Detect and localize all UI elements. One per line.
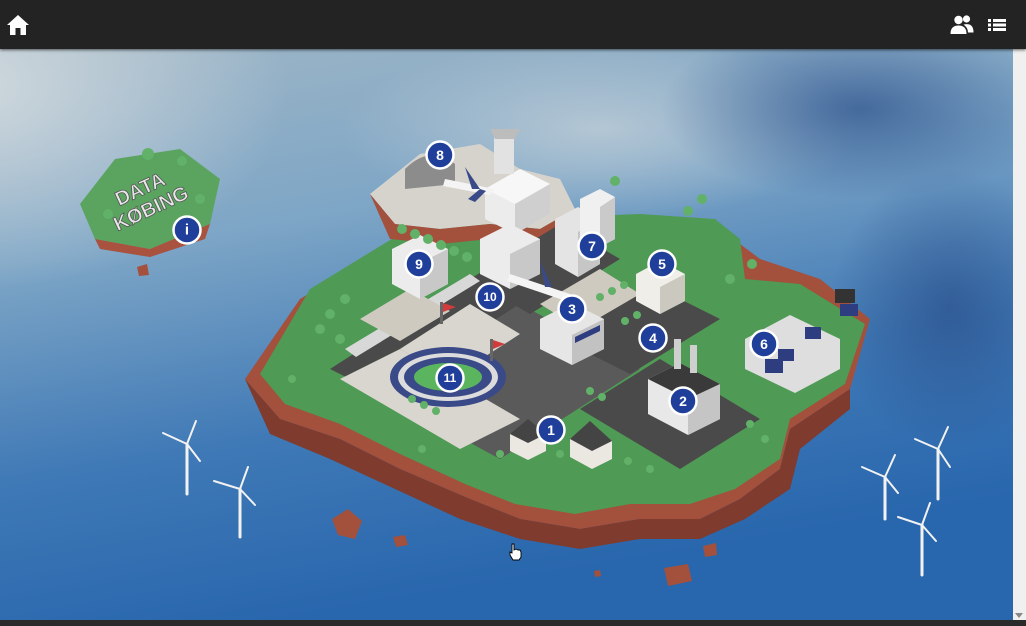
marker-8-label: 8: [436, 147, 444, 163]
users-icon: [950, 15, 974, 34]
marker-6[interactable]: 6: [749, 329, 779, 359]
vertical-scrollbar[interactable]: [1013, 49, 1026, 620]
bottom-bar: [0, 620, 1026, 626]
marker-1[interactable]: 1: [536, 415, 566, 445]
marker-7[interactable]: 7: [577, 231, 607, 261]
marker-2[interactable]: 2: [668, 386, 698, 416]
marker-5-label: 5: [658, 256, 666, 272]
marker-5[interactable]: 5: [647, 249, 677, 279]
marker-4-label: 4: [649, 330, 657, 346]
marker-3[interactable]: 3: [557, 294, 587, 324]
marker-11[interactable]: 11: [435, 363, 465, 393]
marker-info[interactable]: i: [172, 215, 202, 245]
marker-10-label: 10: [483, 290, 497, 304]
marker-10[interactable]: 10: [475, 282, 505, 312]
home-icon: [7, 15, 29, 35]
top-navigation-bar: [0, 0, 1026, 49]
marker-11-label: 11: [444, 371, 457, 385]
marker-9-label: 9: [415, 256, 423, 272]
city-map-scene: DATA KØBING i 1 2 3 4 5 6 7 8 9 10 11: [0, 49, 1013, 620]
users-button[interactable]: [949, 12, 975, 38]
marker-info-label: i: [185, 222, 189, 239]
marker-4[interactable]: 4: [638, 323, 668, 353]
marker-2-label: 2: [679, 393, 687, 409]
marker-9[interactable]: 9: [404, 249, 434, 279]
marker-1-label: 1: [547, 422, 555, 438]
marker-6-label: 6: [760, 336, 768, 352]
list-menu-button[interactable]: [984, 12, 1010, 38]
marker-8[interactable]: 8: [425, 140, 455, 170]
marker-3-label: 3: [568, 301, 576, 317]
marker-7-label: 7: [588, 238, 596, 254]
scroll-down-arrow-icon[interactable]: [1015, 613, 1023, 618]
list-icon: [988, 19, 1006, 31]
home-button[interactable]: [5, 12, 31, 38]
